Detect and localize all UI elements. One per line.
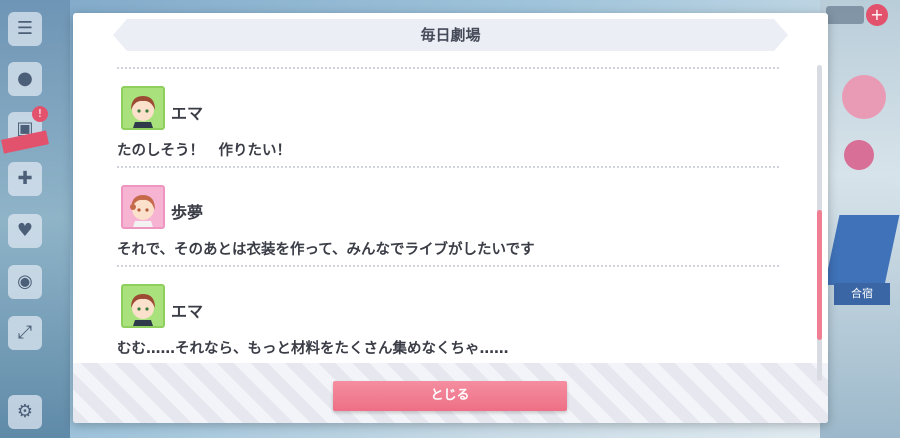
emma-avatar xyxy=(121,284,165,328)
character-portrait-icon xyxy=(130,195,155,227)
dialog-title: 毎日劇場 xyxy=(113,19,788,51)
background-decoration xyxy=(844,140,874,170)
speaker-name: 歩夢 xyxy=(171,203,204,222)
gift-icon: ✚ xyxy=(8,162,42,196)
expand-icon: ⤢ xyxy=(8,316,42,350)
chat-icon: ● xyxy=(8,62,42,96)
menu-icon: ☰ xyxy=(8,12,42,46)
dialogue-entry: エマ たのしそう！ 作りたい！ xyxy=(117,69,779,166)
ayumu-avatar xyxy=(121,185,165,229)
scrollbar[interactable] xyxy=(817,65,822,381)
settings-icon: ⚙ xyxy=(8,395,42,429)
background-decoration xyxy=(842,75,886,119)
dialogue-entry: 歩夢 それで、そのあとは衣装を作って、みんなでライブがしたいです xyxy=(117,168,779,265)
dialogue-text: それで、そのあとは衣装を作って、みんなでライブがしたいです xyxy=(117,242,535,258)
scrollbar-thumb[interactable] xyxy=(817,210,822,340)
heart-icon: ♥ xyxy=(8,214,42,248)
character-portrait-icon xyxy=(131,294,155,326)
camera-icon: ◉ xyxy=(8,265,42,299)
camp-label: 合宿 xyxy=(834,283,890,305)
speaker-name: エマ xyxy=(171,104,204,123)
notification-badge-icon: ! xyxy=(32,106,48,122)
character-portrait-icon xyxy=(131,96,155,128)
speaker-name: エマ xyxy=(171,302,204,321)
dialogue-text: たのしそう！ 作りたい！ xyxy=(117,143,291,159)
emma-avatar xyxy=(121,86,165,130)
daily-theater-dialog: 毎日劇場 エマ たのしそう！ 作りたい！ 歩夢 それで、そのあとは衣装を作って、… xyxy=(73,13,828,423)
plus-icon: + xyxy=(866,4,888,26)
dialogue-entry: エマ むむ……それなら、もっと材料をたくさん集めなくちゃ…… xyxy=(117,267,779,363)
currency-display xyxy=(826,6,864,24)
dialogue-log[interactable]: エマ たのしそう！ 作りたい！ 歩夢 それで、そのあとは衣装を作って、みんなでラ… xyxy=(117,63,779,363)
close-button[interactable]: とじる xyxy=(333,381,567,411)
dialogue-text: むむ……それなら、もっと材料をたくさん集めなくちゃ…… xyxy=(117,341,509,357)
